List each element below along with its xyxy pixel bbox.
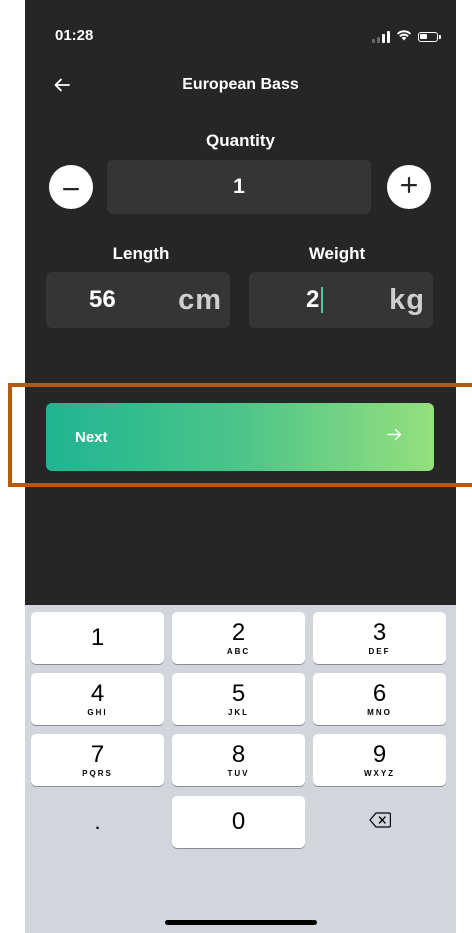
- wifi-icon: [396, 28, 412, 46]
- numeric-keypad: 1 2 ABC 3 DEF 4 GHI 5 JKL 6 MNO 7 PQRS 8 TUV 9 WXYZ . 0: [25, 605, 456, 933]
- phone-screen: 01:28 European Bass Quantity 1 Length We…: [25, 0, 456, 933]
- signal-icon: [372, 31, 390, 43]
- key-1-digit: 1: [90, 624, 105, 651]
- weight-unit: kg: [389, 283, 425, 316]
- key-2[interactable]: 2 ABC: [172, 612, 305, 664]
- weight-input[interactable]: 2 kg: [249, 272, 433, 328]
- length-label: Length: [112, 244, 170, 263]
- key-3-digit: 3: [372, 618, 387, 646]
- key-decimal-label: .: [94, 809, 101, 834]
- key-4[interactable]: 4 GHI: [31, 673, 164, 725]
- text-cursor: [321, 287, 324, 313]
- key-5-digit: 5: [231, 679, 246, 707]
- weight-label: Weight: [308, 244, 366, 263]
- key-7-digit: 7: [90, 740, 105, 768]
- length-input[interactable]: 56 cm: [46, 272, 230, 328]
- key-7-letters: PQRS: [82, 768, 113, 778]
- battery-icon: [418, 32, 441, 42]
- key-9[interactable]: 9 WXYZ: [313, 734, 446, 786]
- key-delete[interactable]: [313, 796, 446, 848]
- key-3[interactable]: 3 DEF: [313, 612, 446, 664]
- key-9-digit: 9: [372, 740, 387, 768]
- quantity-input[interactable]: 1: [107, 160, 371, 214]
- decrement-button[interactable]: [49, 165, 93, 209]
- key-8-digit: 8: [231, 740, 246, 768]
- backspace-icon: [368, 811, 391, 833]
- key-6[interactable]: 6 MNO: [313, 673, 446, 725]
- key-0-digit: 0: [231, 808, 246, 835]
- key-2-digit: 2: [231, 618, 246, 646]
- key-6-digit: 6: [372, 679, 387, 707]
- next-button[interactable]: Next: [46, 403, 434, 471]
- status-icons: [372, 28, 441, 46]
- status-time: 01:28: [55, 27, 94, 44]
- key-9-letters: WXYZ: [363, 768, 396, 778]
- key-7[interactable]: 7 PQRS: [31, 734, 164, 786]
- key-1[interactable]: 1: [31, 612, 164, 664]
- key-4-letters: GHI: [87, 707, 108, 717]
- minus-icon: [63, 178, 79, 196]
- quantity-label: Quantity: [206, 131, 275, 150]
- key-6-letters: MNO: [367, 707, 392, 717]
- key-5-letters: JKL: [227, 707, 250, 717]
- screenshot-frame: 01:28 European Bass Quantity 1 Length We…: [0, 0, 472, 933]
- key-8-letters: TUV: [227, 768, 250, 778]
- status-bar: 01:28: [25, 0, 456, 70]
- length-value: 56: [89, 286, 116, 313]
- key-3-letters: DEF: [368, 646, 391, 656]
- home-indicator: [165, 920, 317, 925]
- page-title: European Bass: [182, 76, 299, 93]
- key-8[interactable]: 8 TUV: [172, 734, 305, 786]
- plus-icon: [401, 176, 417, 198]
- next-label: Next: [75, 428, 108, 446]
- key-0[interactable]: 0: [172, 796, 305, 848]
- key-2-letters: ABC: [226, 646, 251, 656]
- length-unit: cm: [178, 283, 222, 316]
- arrow-right-icon: [387, 428, 402, 446]
- weight-value-wrap: 2: [306, 286, 324, 314]
- weight-value: 2: [306, 286, 320, 313]
- key-decimal[interactable]: .: [31, 796, 164, 848]
- increment-button[interactable]: [387, 165, 431, 209]
- key-4-digit: 4: [90, 679, 105, 707]
- key-5[interactable]: 5 JKL: [172, 673, 305, 725]
